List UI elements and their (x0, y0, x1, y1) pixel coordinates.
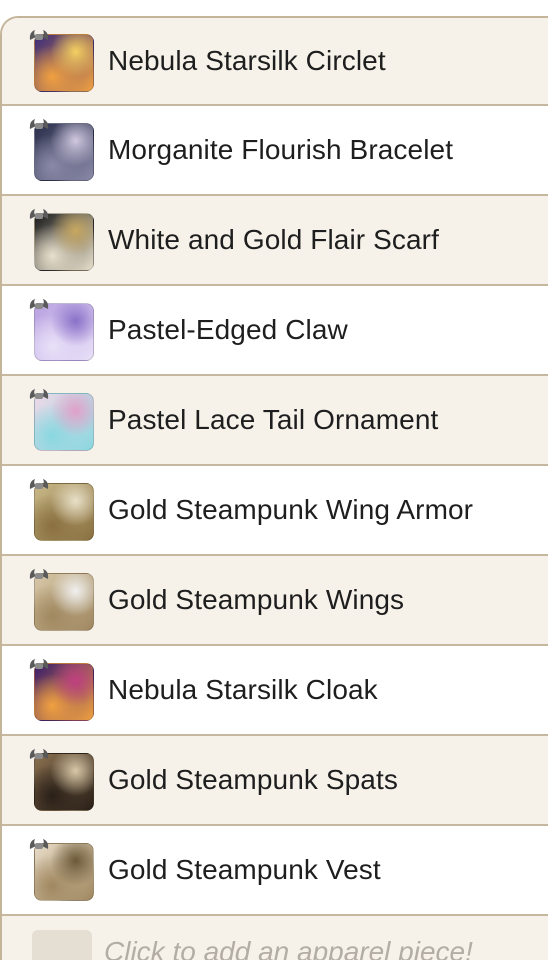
apparel-icon-wrap (29, 119, 94, 181)
wings-icon (34, 573, 94, 631)
apparel-icon-wrap (29, 569, 94, 631)
apparel-icon-wrap (29, 479, 94, 541)
apparel-item-name: Pastel Lace Tail Ornament (108, 404, 439, 435)
horn-badge-icon (29, 119, 49, 129)
apparel-icon-wrap (29, 389, 94, 451)
apparel-icon-wrap (29, 209, 94, 271)
apparel-icon-wrap (29, 30, 94, 92)
claw-icon (34, 303, 94, 361)
horn-badge-icon (29, 389, 49, 399)
apparel-icon-wrap (29, 299, 94, 361)
apparel-item-row[interactable]: Nebula Starsilk Cloak (2, 646, 548, 736)
apparel-item-name: Gold Steampunk Vest (108, 854, 381, 885)
horn-badge-icon (29, 30, 49, 40)
apparel-item-name: Nebula Starsilk Cloak (108, 674, 378, 705)
apparel-item-row[interactable]: Gold Steampunk Wings (2, 556, 548, 646)
apparel-item-name: White and Gold Flair Scarf (108, 224, 439, 255)
spats-icon (34, 753, 94, 811)
apparel-item-row[interactable]: Pastel-Edged Claw (2, 286, 548, 376)
horn-badge-icon (29, 839, 49, 849)
nebula-circlet-icon (34, 34, 94, 92)
apparel-icon-wrap (29, 839, 94, 901)
horn-badge-icon (29, 299, 49, 309)
add-apparel-row[interactable]: Click to add an apparel piece! (2, 916, 548, 960)
apparel-item-row[interactable]: Gold Steampunk Vest (2, 826, 548, 916)
horn-badge-icon (29, 479, 49, 489)
apparel-icon-wrap (29, 659, 94, 721)
apparel-item-name: Morganite Flourish Bracelet (108, 134, 454, 165)
apparel-item-row[interactable]: Gold Steampunk Spats (2, 736, 548, 826)
add-apparel-label: Click to add an apparel piece! (104, 936, 473, 960)
apparel-item-row[interactable]: Morganite Flourish Bracelet (2, 106, 548, 196)
cloak-icon (34, 663, 94, 721)
apparel-item-row[interactable]: Nebula Starsilk Circlet (2, 18, 548, 106)
apparel-item-row[interactable]: White and Gold Flair Scarf (2, 196, 548, 286)
apparel-item-name: Nebula Starsilk Circlet (108, 45, 386, 76)
wing-armor-icon (34, 483, 94, 541)
horn-badge-icon (29, 209, 49, 219)
apparel-item-name: Gold Steampunk Wings (108, 584, 405, 615)
apparel-item-row[interactable]: Gold Steampunk Wing Armor (2, 466, 548, 556)
apparel-item-name: Gold Steampunk Wing Armor (108, 494, 474, 525)
horn-badge-icon (29, 749, 49, 759)
apparel-item-name: Gold Steampunk Spats (108, 764, 398, 795)
apparel-icon-wrap (29, 749, 94, 811)
apparel-list-panel: Nebula Starsilk Circlet Morganite Flouris… (0, 16, 548, 960)
apparel-item-row[interactable]: Pastel Lace Tail Ornament (2, 376, 548, 466)
vest-icon (34, 843, 94, 901)
apparel-item-name: Pastel-Edged Claw (108, 314, 348, 345)
scarf-icon (34, 213, 94, 271)
empty-slot-icon (32, 930, 92, 960)
horn-badge-icon (29, 569, 49, 579)
bracelet-icon (34, 123, 94, 181)
horn-badge-icon (29, 659, 49, 669)
tail-ornament-icon (34, 393, 94, 451)
